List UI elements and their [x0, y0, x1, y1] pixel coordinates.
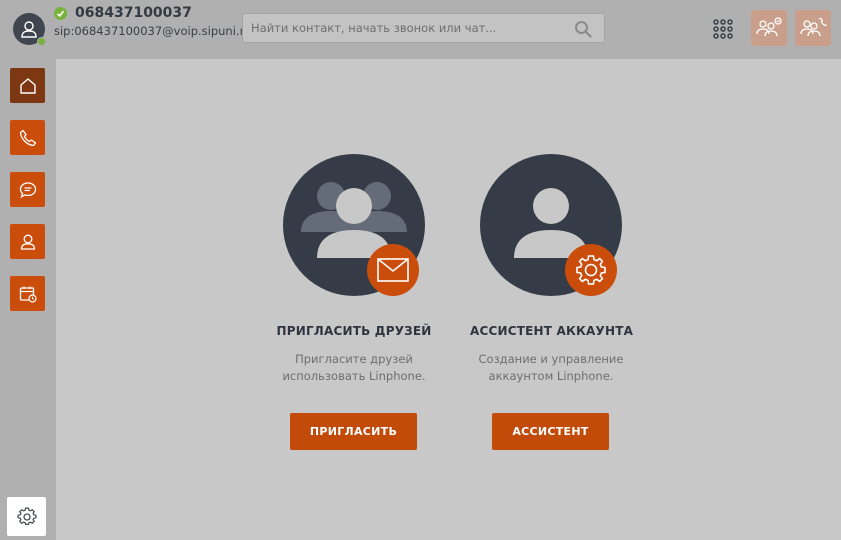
nav-contacts-button[interactable]: [10, 224, 45, 259]
search-icon[interactable]: [574, 20, 592, 38]
settings-button[interactable]: [7, 497, 46, 536]
chat-icon: [19, 181, 36, 198]
user-name: 068437100037: [75, 5, 192, 21]
nav-calls-button[interactable]: [10, 120, 45, 155]
gear-icon: [576, 255, 606, 285]
assistant-button[interactable]: АССИСТЕНТ: [492, 413, 609, 450]
search-input[interactable]: [243, 14, 571, 42]
gear-icon: [16, 507, 37, 525]
search-box: [242, 13, 605, 43]
user-icon: [21, 21, 37, 38]
dialpad-button[interactable]: [712, 18, 734, 40]
assistant-card-title: АССИСТЕНТ АККАУНТА: [470, 324, 634, 338]
assistant-desc-line1: Создание и управление: [478, 352, 624, 366]
sip-address: sip:068437100037@voip.sipuni.ru: [54, 24, 252, 38]
conference-call-button[interactable]: [795, 10, 831, 46]
invite-card-description: Пригласите друзей использовать Linphone.: [263, 351, 445, 385]
conference-icon: [756, 17, 782, 37]
presence-indicator: [37, 37, 46, 46]
sidebar: [0, 59, 56, 540]
check-icon[interactable]: [54, 7, 67, 20]
invite-desc-line2: использовать Linphone.: [282, 369, 426, 383]
conference-button[interactable]: [751, 10, 787, 46]
invite-button[interactable]: ПРИГЛАСИТЬ: [290, 413, 417, 450]
envelope-icon: [377, 258, 409, 282]
assistant-card-description: Создание и управление аккаунтом Linphone…: [460, 351, 642, 385]
dialpad-icon: [713, 19, 733, 39]
assistant-desc-line2: аккаунтом Linphone.: [488, 369, 614, 383]
nav-chat-button[interactable]: [10, 172, 45, 207]
invite-desc-line1: Пригласите друзей: [295, 352, 413, 366]
conference-call-icon: [800, 17, 827, 37]
envelope-badge: [367, 244, 419, 296]
nav-home-button[interactable]: [10, 68, 45, 103]
top-bar: 068437100037 sip:068437100037@voip.sipun…: [0, 0, 841, 59]
contacts-icon: [20, 234, 35, 250]
calendar-icon: [19, 286, 37, 303]
phone-icon: [19, 129, 36, 146]
gear-badge: [565, 244, 617, 296]
nav-meetings-button[interactable]: [10, 276, 45, 311]
invite-card-title: ПРИГЛАСИТЬ ДРУЗЕЙ: [276, 324, 432, 338]
home-icon: [19, 77, 36, 94]
